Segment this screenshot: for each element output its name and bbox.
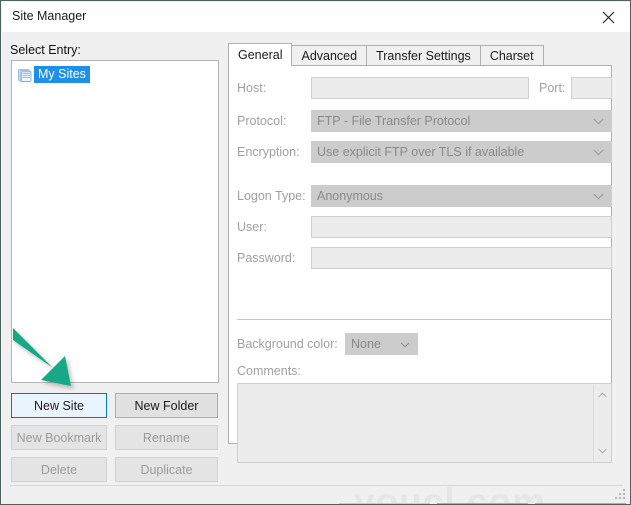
encryption-value: Use explicit FTP over TLS if available bbox=[317, 145, 525, 159]
encryption-select[interactable]: Use explicit FTP over TLS if available bbox=[311, 141, 612, 163]
host-input[interactable] bbox=[311, 77, 529, 99]
user-input[interactable] bbox=[311, 216, 612, 238]
footer-divider bbox=[10, 485, 623, 486]
resize-grip[interactable] bbox=[615, 489, 627, 501]
title-bar: Site Manager bbox=[2, 2, 630, 32]
comments-label: Comments: bbox=[237, 364, 301, 378]
logon-type-label: Logon Type: bbox=[237, 189, 306, 203]
tab-advanced[interactable]: Advanced bbox=[291, 45, 368, 66]
tab-strip: General Advanced Transfer Settings Chars… bbox=[228, 43, 544, 66]
logon-type-value: Anonymous bbox=[317, 189, 384, 203]
server-folder-icon bbox=[16, 66, 34, 84]
logon-type-select[interactable]: Anonymous bbox=[311, 185, 612, 207]
password-label: Password: bbox=[237, 251, 296, 265]
user-label: User: bbox=[237, 220, 267, 234]
new-folder-button[interactable]: New Folder bbox=[115, 393, 218, 418]
site-tree[interactable]: My Sites bbox=[11, 60, 219, 383]
window-title: Site Manager bbox=[12, 9, 87, 23]
chevron-down-icon bbox=[593, 145, 604, 159]
protocol-label: Protocol: bbox=[237, 114, 287, 128]
chevron-down-icon bbox=[593, 114, 604, 128]
tab-transfer-settings[interactable]: Transfer Settings bbox=[366, 45, 481, 66]
tab-charset[interactable]: Charset bbox=[479, 45, 544, 66]
new-site-button[interactable]: New Site bbox=[11, 393, 107, 418]
section-divider bbox=[237, 319, 612, 320]
delete-button: Delete bbox=[11, 457, 107, 482]
rename-button: Rename bbox=[115, 425, 218, 450]
port-input[interactable] bbox=[571, 77, 612, 99]
site-manager-dialog: Site Manager Select Entry: My Sites New … bbox=[0, 0, 631, 505]
host-label: Host: bbox=[237, 81, 267, 95]
dialog-body: Select Entry: My Sites New Site New Fold bbox=[2, 32, 630, 504]
protocol-select[interactable]: FTP - File Transfer Protocol bbox=[311, 110, 612, 132]
comments-textarea[interactable] bbox=[237, 383, 612, 463]
scroll-up-icon[interactable] bbox=[594, 387, 610, 403]
password-input[interactable] bbox=[311, 247, 612, 269]
chevron-down-icon bbox=[593, 189, 604, 203]
port-label: Port: bbox=[539, 81, 566, 95]
tree-item-label: My Sites bbox=[34, 66, 90, 83]
new-bookmark-button: New Bookmark bbox=[11, 425, 107, 450]
general-tab-panel: Host: Port: Protocol: FTP - File Transfe… bbox=[228, 65, 612, 463]
encryption-label: Encryption: bbox=[237, 145, 300, 159]
comments-scrollbar[interactable] bbox=[593, 385, 610, 461]
background-color-select[interactable]: None bbox=[345, 333, 418, 355]
duplicate-button: Duplicate bbox=[115, 457, 218, 482]
chevron-down-icon bbox=[400, 337, 410, 351]
tab-general[interactable]: General bbox=[228, 43, 293, 66]
select-entry-label: Select Entry: bbox=[10, 43, 81, 57]
background-color-label: Background color: bbox=[237, 337, 338, 351]
tree-item-my-sites[interactable]: My Sites bbox=[16, 65, 90, 84]
protocol-value: FTP - File Transfer Protocol bbox=[317, 114, 471, 128]
scroll-down-icon[interactable] bbox=[594, 443, 610, 459]
close-icon[interactable] bbox=[585, 2, 630, 32]
background-color-value: None bbox=[351, 337, 381, 351]
